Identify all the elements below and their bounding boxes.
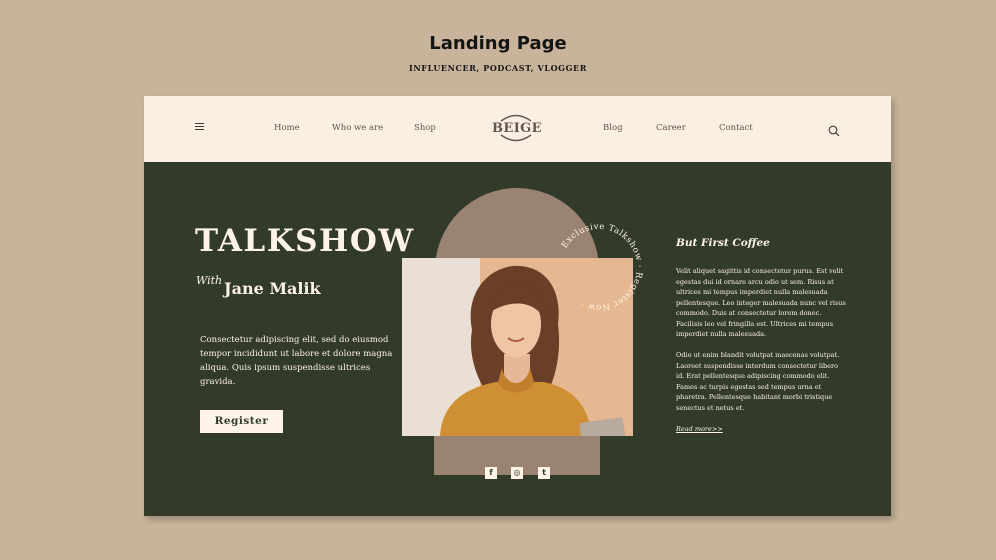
hamburger-icon[interactable] <box>195 123 204 131</box>
page-heading: Landing Page <box>429 33 567 54</box>
side-paragraph-2: Odio ut enim blandit volutpat maecenas v… <box>676 351 840 412</box>
twitter-icon[interactable]: t <box>538 467 550 479</box>
host-name: Jane Malik <box>224 279 321 298</box>
hero-title: TALKSHOW <box>195 223 415 259</box>
page-subheading: INFLUENCER, PODCAST, VLOGGER <box>409 63 587 73</box>
nav-link-home[interactable]: Home <box>274 123 300 133</box>
svg-text:Exclusive Talkshow · Register: Exclusive Talkshow · Register Now · <box>560 222 644 312</box>
exclusive-talkshow-badge: Exclusive Talkshow · Register Now · <box>560 222 644 312</box>
instagram-icon[interactable]: ◎ <box>511 467 523 479</box>
side-paragraph-1: Velit aliquet sagittis id consectetur pu… <box>676 267 846 338</box>
badge-text: Exclusive Talkshow · Register Now · <box>560 222 644 312</box>
read-more-link[interactable]: Read more>> <box>676 425 723 433</box>
navbar: Home Who we are Shop BEIGE Blog Career C… <box>144 96 891 162</box>
hero-description: Consectetur adipiscing elit, sed do eius… <box>200 335 393 387</box>
hero-with-label: With <box>196 274 223 287</box>
logo-text: BEIGE <box>492 121 542 136</box>
nav-link-shop[interactable]: Shop <box>414 123 436 133</box>
nav-link-career[interactable]: Career <box>656 123 686 133</box>
facebook-icon[interactable]: f <box>485 467 497 479</box>
hero-section: TALKSHOW With Jane Malik Consectetur adi… <box>144 162 891 516</box>
landing-page-mockup: Home Who we are Shop BEIGE Blog Career C… <box>144 96 891 516</box>
side-title: But First Coffee <box>676 237 770 249</box>
nav-link-who-we-are[interactable]: Who we are <box>332 123 383 133</box>
brand-logo[interactable]: BEIGE <box>492 112 542 144</box>
register-button[interactable]: Register <box>200 410 283 433</box>
search-icon[interactable] <box>828 122 840 137</box>
nav-link-blog[interactable]: Blog <box>603 123 623 133</box>
nav-link-contact[interactable]: Contact <box>719 123 753 133</box>
